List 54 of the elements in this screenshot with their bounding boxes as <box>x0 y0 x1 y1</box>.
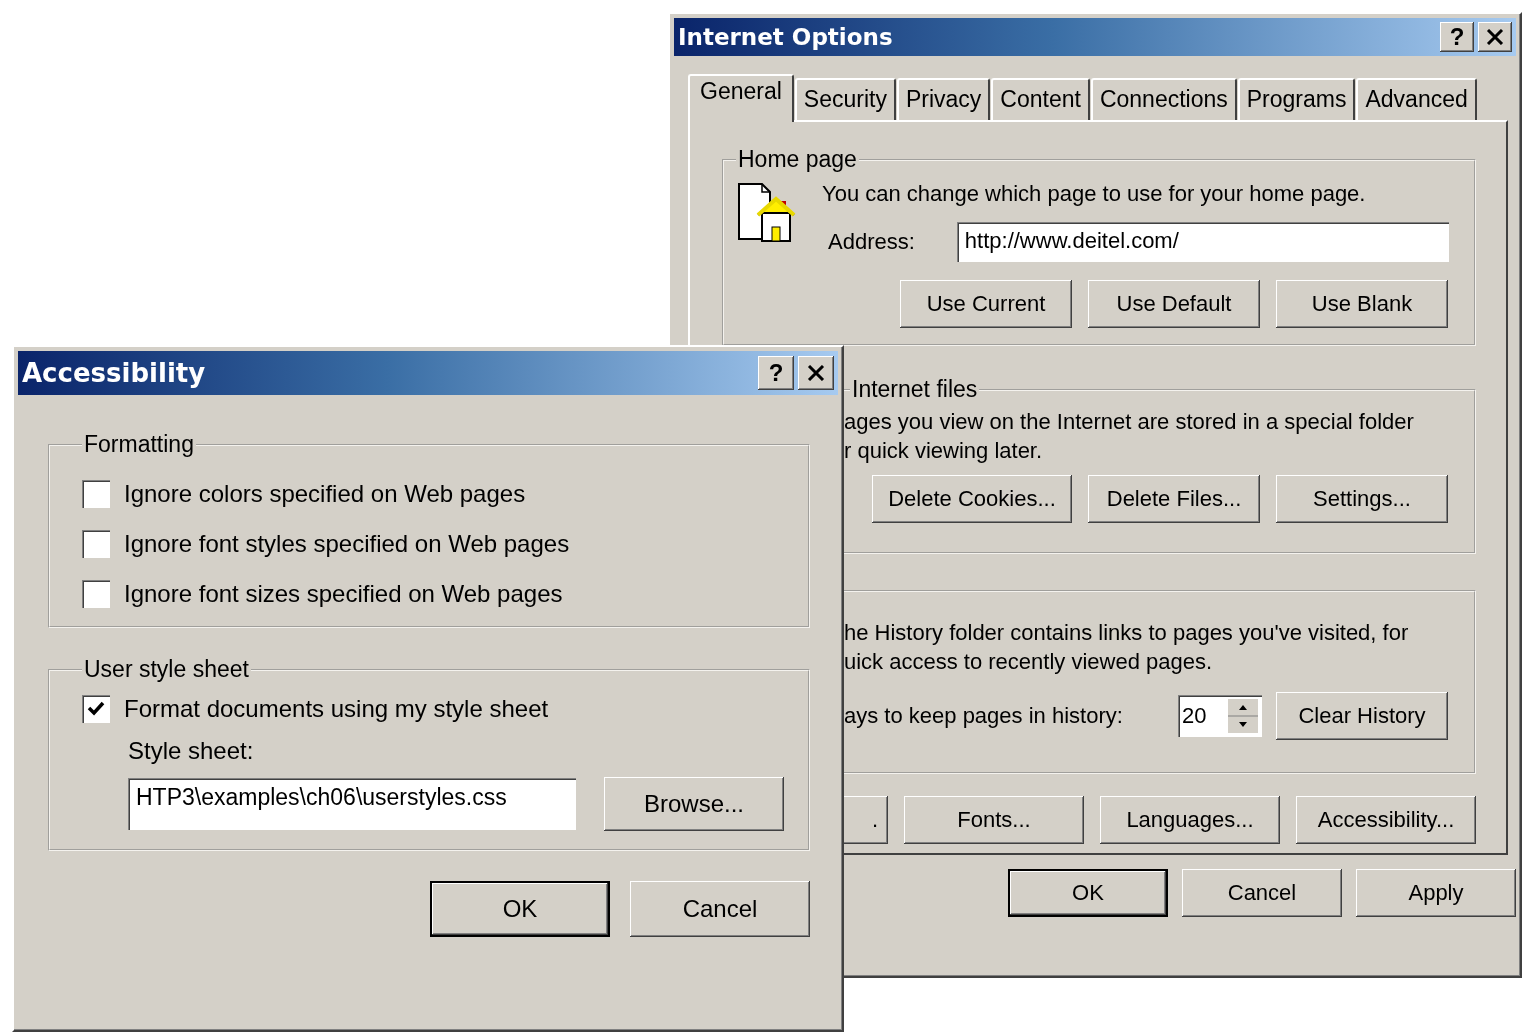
tab[interactable]: Privacy <box>896 78 991 120</box>
group-label: Formatting <box>83 431 195 458</box>
tab[interactable]: Content <box>991 78 1090 120</box>
button[interactable]: OK <box>430 881 610 937</box>
button[interactable]: Languages... <box>1100 796 1280 844</box>
group-label: User style sheet <box>83 656 250 683</box>
button[interactable]: Use Default <box>1088 280 1260 328</box>
checkbox[interactable] <box>82 480 110 508</box>
field-label: Style sheet: <box>128 737 255 765</box>
tab[interactable]: Programs <box>1237 78 1356 120</box>
description-text: You can change which page to use for your home page. <box>822 180 1367 208</box>
window-title: Accessibility <box>22 358 206 388</box>
button[interactable]: Use Current <box>900 280 1072 328</box>
button[interactable]: Use Blank <box>1276 280 1448 328</box>
button[interactable]: OK <box>1008 869 1168 917</box>
style-sheet-field[interactable]: HTP3\examples\ch06\userstyles.css <box>128 778 576 830</box>
field-label: Address: <box>828 229 915 255</box>
button[interactable]: Fonts... <box>904 796 1084 844</box>
address-field[interactable]: http://www.deitel.com/ <box>956 222 1449 262</box>
checkbox-label: Ignore font sizes specified on Web pages <box>124 580 563 608</box>
close-icon <box>1486 29 1504 45</box>
tab[interactable]: General <box>688 74 794 122</box>
help-button[interactable]: ? <box>758 356 794 390</box>
close-icon <box>807 365 825 381</box>
field-label: ays to keep pages in history: <box>844 703 1124 729</box>
button[interactable]: Delete Files... <box>1088 475 1260 523</box>
group-label: Internet files <box>851 376 979 403</box>
checkbox-label: Ignore colors specified on Web pages <box>124 480 526 508</box>
button[interactable]: Accessibility... <box>1296 796 1476 844</box>
window-title: Internet Options <box>678 24 893 50</box>
tab[interactable]: Connections <box>1090 78 1237 120</box>
home-page-icon <box>736 181 796 245</box>
tab[interactable]: Security <box>794 78 896 120</box>
checkbox[interactable] <box>82 530 110 558</box>
close-button[interactable] <box>798 356 834 390</box>
group-label: Home page <box>737 146 858 173</box>
help-button[interactable]: ? <box>1440 22 1474 52</box>
close-button[interactable] <box>1478 22 1512 52</box>
button[interactable]: Cancel <box>1182 869 1342 917</box>
spinner-arrows-icon[interactable] <box>1228 699 1258 733</box>
checkbox-label: Format documents using my style sheet <box>124 695 549 723</box>
number-spinner[interactable]: 20 <box>1178 695 1262 737</box>
checkbox-label: Ignore font styles specified on Web pages <box>124 530 570 558</box>
button[interactable]: Delete Cookies... <box>872 475 1072 523</box>
description-text: he History folder contains links to pages you've visited, for uick access to recently viewed pages. <box>843 619 1410 676</box>
button[interactable]: Settings... <box>1276 475 1448 523</box>
checkbox[interactable] <box>82 580 110 608</box>
button[interactable]: Apply <box>1356 869 1516 917</box>
button[interactable]: Browse... <box>604 777 784 831</box>
checkbox[interactable] <box>82 695 110 723</box>
description-text: ages you view on the Internet are stored in a special folder r quick viewing later. <box>843 408 1415 465</box>
button[interactable]: Cancel <box>630 881 810 937</box>
tab[interactable]: Advanced <box>1356 78 1477 120</box>
button[interactable]: Clear History <box>1276 692 1448 740</box>
